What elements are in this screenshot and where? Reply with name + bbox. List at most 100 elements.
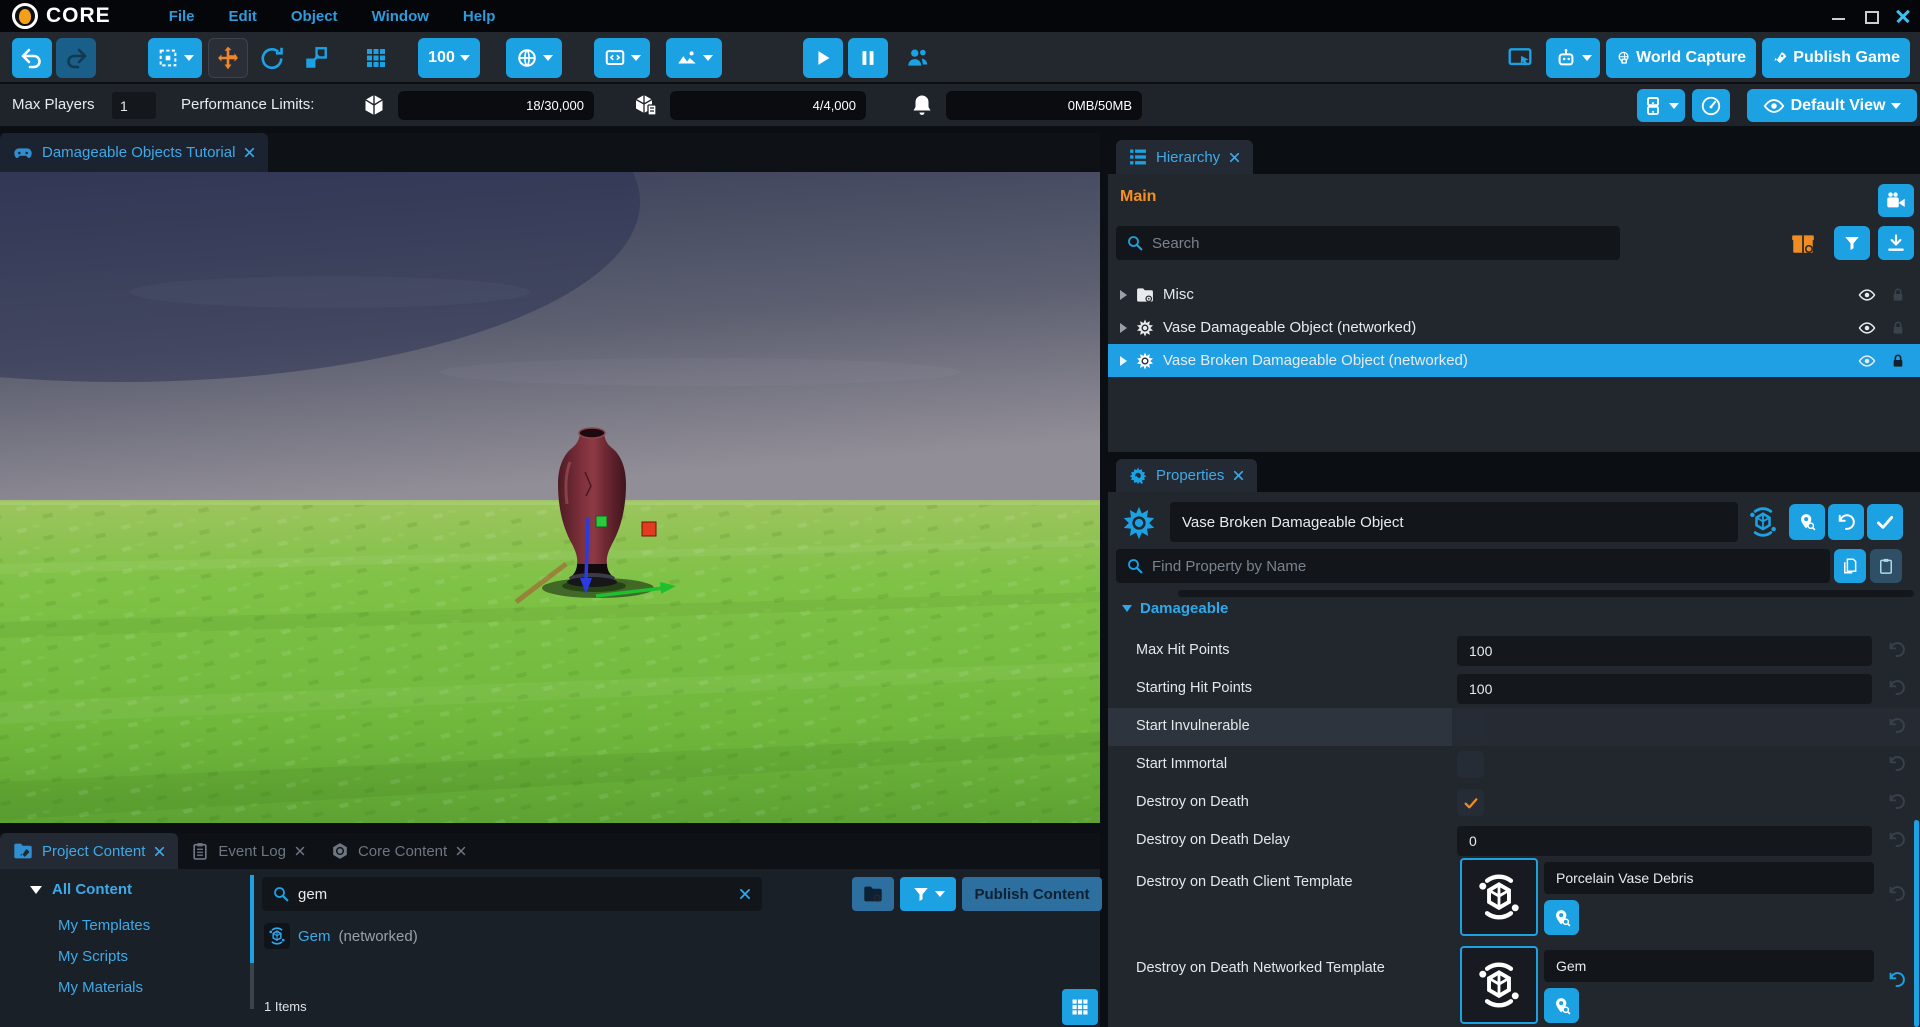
apply-button[interactable]: [1867, 504, 1903, 540]
publish-game-button[interactable]: Publish Game: [1762, 38, 1910, 78]
revert-button[interactable]: [1828, 504, 1864, 540]
destroy-on-death-delay-input[interactable]: [1457, 826, 1872, 856]
visibility-eye-icon[interactable]: [1858, 319, 1876, 337]
section-damageable[interactable]: Damageable: [1122, 600, 1228, 617]
start-immortal-checkbox[interactable]: [1457, 751, 1484, 778]
tab-hierarchy[interactable]: Hierarchy: [1116, 140, 1253, 174]
max-hit-points-input[interactable]: [1457, 636, 1872, 666]
viewport-mode-dropdown[interactable]: [594, 38, 650, 78]
menu-object[interactable]: Object: [291, 8, 338, 25]
reset-icon[interactable]: [1887, 792, 1906, 811]
tree-item-all-content[interactable]: All Content: [30, 881, 132, 898]
server-dropdown[interactable]: [1637, 89, 1685, 122]
screen-share-button[interactable]: [1500, 38, 1540, 78]
menu-edit[interactable]: Edit: [229, 8, 257, 25]
tab-properties[interactable]: Properties: [1116, 459, 1257, 492]
close-tab-icon[interactable]: [153, 845, 166, 858]
reset-icon[interactable]: [1887, 678, 1906, 697]
reset-icon[interactable]: [1887, 716, 1906, 735]
multiplayer-preview-button[interactable]: [896, 38, 940, 78]
hierarchy-filter-button[interactable]: [1834, 226, 1870, 260]
close-icon[interactable]: [1896, 9, 1910, 23]
new-folder-button[interactable]: [852, 877, 894, 911]
hierarchy-search-input[interactable]: [1152, 235, 1610, 252]
minimize-icon[interactable]: [1832, 9, 1846, 23]
tab-damageable-objects-tutorial[interactable]: Damageable Objects Tutorial: [0, 133, 268, 172]
hierarchy-row-misc[interactable]: Misc: [1108, 278, 1920, 311]
find-property-input[interactable]: [1152, 558, 1820, 575]
3d-viewport[interactable]: [0, 172, 1100, 823]
max-players-input[interactable]: [112, 92, 156, 119]
expand-caret-icon[interactable]: [1120, 290, 1127, 300]
expand-caret-icon[interactable]: [1120, 356, 1127, 366]
move-tool-button[interactable]: [208, 38, 248, 78]
vertical-scrollbar[interactable]: [1914, 820, 1919, 1027]
reset-icon[interactable]: [1887, 830, 1906, 849]
bot-dropdown[interactable]: [1546, 38, 1600, 78]
search-result-gem[interactable]: Gem (networked): [264, 923, 418, 949]
restore-icon[interactable]: [1864, 9, 1878, 23]
world-space-dropdown[interactable]: [506, 38, 562, 78]
clear-search-icon[interactable]: [738, 887, 752, 901]
capture-thumbnail-button[interactable]: [1878, 184, 1914, 217]
pause-button[interactable]: [848, 38, 888, 78]
reset-icon[interactable]: [1887, 884, 1906, 903]
reset-icon[interactable]: [1887, 640, 1906, 659]
performance-gauge-button[interactable]: [1692, 89, 1730, 122]
content-filter-dropdown[interactable]: [900, 877, 956, 911]
tree-item-my-scripts[interactable]: My Scripts: [58, 948, 128, 965]
starting-hit-points-input[interactable]: [1457, 674, 1872, 704]
find-template-button[interactable]: [1544, 988, 1579, 1023]
close-tab-icon[interactable]: [1232, 469, 1245, 482]
undo-button[interactable]: [12, 38, 52, 78]
tree-scrollbar[interactable]: [250, 875, 254, 1009]
menu-help[interactable]: Help: [463, 8, 496, 25]
object-name-input[interactable]: [1170, 502, 1738, 542]
select-mode-button[interactable]: [148, 38, 202, 78]
publish-content-button[interactable]: Publish Content: [962, 877, 1102, 911]
default-view-dropdown[interactable]: Default View: [1747, 89, 1917, 122]
hierarchy-row-vase-damageable[interactable]: Vase Damageable Object (networked): [1108, 311, 1920, 344]
world-capture-button[interactable]: World Capture: [1606, 38, 1756, 78]
expand-caret-icon[interactable]: [1120, 323, 1127, 333]
menu-window[interactable]: Window: [372, 8, 429, 25]
template-icon[interactable]: [1746, 505, 1780, 539]
start-invulnerable-checkbox[interactable]: [1457, 713, 1484, 740]
networked-template-name[interactable]: Gem: [1544, 950, 1874, 982]
redo-button[interactable]: [56, 38, 96, 78]
template-thumbnail[interactable]: [1460, 946, 1538, 1024]
scrollbar-thumb[interactable]: [250, 875, 254, 963]
tab-core-content[interactable]: Core Content: [318, 833, 479, 869]
template-thumbnail[interactable]: [1460, 858, 1538, 936]
tree-item-my-materials[interactable]: My Materials: [58, 979, 143, 996]
import-content-button[interactable]: [1878, 226, 1914, 260]
find-template-button[interactable]: [1544, 900, 1579, 935]
destroy-on-death-checkbox[interactable]: [1457, 789, 1484, 816]
terrain-dropdown[interactable]: [666, 38, 722, 78]
scale-tool-button[interactable]: [296, 38, 336, 78]
copy-properties-button[interactable]: [1834, 549, 1866, 583]
lock-icon[interactable]: [1890, 320, 1906, 336]
lock-icon[interactable]: [1890, 353, 1906, 369]
paste-properties-button[interactable]: [1870, 549, 1902, 583]
play-button[interactable]: [803, 38, 843, 78]
find-in-catalog-button[interactable]: [1789, 504, 1825, 540]
close-tab-icon[interactable]: [1228, 151, 1241, 164]
menu-file[interactable]: File: [169, 8, 195, 25]
close-tab-icon[interactable]: [294, 845, 306, 857]
content-search-input[interactable]: [298, 886, 730, 903]
reset-icon[interactable]: [1887, 754, 1906, 773]
collapse-caret-icon[interactable]: [30, 886, 42, 894]
tree-item-my-templates[interactable]: My Templates: [58, 917, 150, 934]
horizontal-scrollbar[interactable]: [1178, 590, 1914, 597]
reset-icon[interactable]: [1887, 970, 1906, 989]
hierarchy-row-vase-broken-damageable[interactable]: Vase Broken Damageable Object (networked…: [1108, 344, 1920, 377]
close-tab-icon[interactable]: [243, 146, 256, 159]
package-icon[interactable]: [1790, 230, 1816, 256]
tab-event-log[interactable]: Event Log: [178, 833, 318, 869]
client-template-name[interactable]: Porcelain Vase Debris: [1544, 862, 1874, 894]
grid-snap-button[interactable]: [356, 38, 396, 78]
grid-view-button[interactable]: [1062, 989, 1098, 1025]
visibility-eye-icon[interactable]: [1858, 352, 1876, 370]
close-tab-icon[interactable]: [455, 845, 467, 857]
